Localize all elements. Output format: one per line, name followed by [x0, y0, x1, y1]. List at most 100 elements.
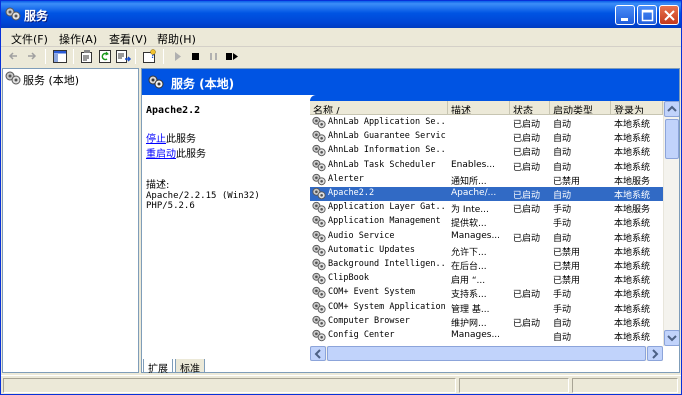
service-cell-startup: 已禁用 [553, 176, 581, 187]
window-title: 服务 [24, 9, 49, 23]
service-gear-icon [312, 215, 326, 228]
pane-title: 服务 (本地) [171, 77, 235, 91]
service-cell-desc: Manages... [451, 330, 501, 340]
scroll-right-button[interactable] [647, 346, 663, 361]
service-cell-startup: 手动 [553, 290, 572, 301]
service-cell-name: ClipBook [328, 273, 369, 284]
horizontal-scrollbar[interactable] [310, 346, 663, 361]
column-header-logon-as[interactable]: 登录为 [611, 101, 663, 115]
service-row[interactable]: Config Center Manages... 自动 本地系统 [310, 329, 663, 343]
service-cell-status: 已启动 [513, 148, 541, 159]
service-row[interactable]: AhnLab Guarantee Service 已启动 自动 本地系统 [310, 130, 663, 144]
maximize-button[interactable] [637, 5, 657, 25]
service-cell-logon: 本地系统 [614, 219, 651, 230]
service-row[interactable]: Computer Browser 维护网... 已启动 自动 本地系统 [310, 315, 663, 329]
refresh-icon[interactable] [96, 48, 114, 65]
service-cell-status: 已启动 [513, 205, 541, 216]
minimize-button[interactable] [615, 5, 635, 25]
service-row[interactable]: Background Intelligen... 在后台... 已禁用 本地系统 [310, 258, 663, 272]
services-gear-icon [5, 7, 21, 21]
service-gear-icon [312, 159, 326, 172]
service-cell-desc: 提供软... [451, 219, 487, 230]
horizontal-scroll-thumb[interactable] [327, 346, 646, 361]
service-gear-icon [312, 272, 326, 285]
services-gear-icon [5, 71, 21, 85]
scroll-thumb[interactable] [665, 119, 679, 159]
status-cell [3, 378, 456, 393]
service-row[interactable]: Automatic Updates 允许下... 已禁用 本地系统 [310, 244, 663, 258]
service-cell-startup: 自动 [553, 162, 572, 173]
service-gear-icon [312, 286, 326, 299]
column-header-startup-type[interactable]: 启动类型 [550, 101, 611, 115]
back-icon[interactable] [5, 48, 23, 65]
stop-icon[interactable] [187, 48, 205, 65]
service-cell-status: 已启动 [513, 134, 541, 145]
service-cell-desc: 维护网... [451, 318, 487, 329]
service-cell-desc: 在后台... [451, 262, 487, 272]
tab-standard[interactable]: 标准 [175, 359, 205, 375]
service-row[interactable]: COM+ Event System 支持系... 已启动 手动 本地系统 [310, 286, 663, 300]
vertical-scrollbar[interactable] [663, 101, 679, 346]
service-row[interactable]: Alerter 通知所... 已禁用 本地服务 [310, 173, 663, 187]
service-cell-logon: 本地服务 [614, 205, 651, 216]
service-row[interactable]: Audio Service Manages... 已启动 自动 本地系统 [310, 230, 663, 244]
service-row[interactable]: Apache2.2 Apache/... 已启动 自动 本地系统 [310, 187, 663, 201]
properties-icon[interactable] [78, 48, 96, 65]
service-row[interactable]: AhnLab Information Se... 已启动 自动 本地系统 [310, 144, 663, 158]
export-list-icon[interactable] [114, 48, 132, 65]
service-cell-desc: 通知所... [451, 176, 487, 187]
tree-item-label: 服务 (本地) [23, 74, 80, 87]
service-gear-icon [312, 258, 326, 271]
forward-icon[interactable] [23, 48, 41, 65]
start-icon[interactable] [169, 48, 187, 65]
menu-file[interactable]: 文件(F) [11, 31, 48, 47]
service-gear-icon [312, 130, 326, 143]
restart-service-link[interactable]: 重启动 [146, 149, 176, 160]
scroll-left-button[interactable] [310, 346, 326, 361]
status-cell [572, 378, 678, 393]
menu-view[interactable]: 查看(V) [109, 31, 147, 47]
title-bar[interactable]: 服务 [1, 1, 681, 28]
menu-help[interactable]: 帮助(H) [157, 31, 196, 47]
service-row[interactable]: Application Management 提供软... 手动 本地系统 [310, 215, 663, 229]
close-button[interactable] [659, 5, 679, 25]
service-cell-status: 已启动 [513, 162, 541, 173]
service-row[interactable]: AhnLab Task Scheduler Enables... 已启动 自动 本地系统 [310, 159, 663, 173]
toolbar-separator [73, 49, 74, 64]
stop-service-link[interactable]: 停止 [146, 134, 166, 145]
services-gear-icon [148, 75, 164, 89]
help-icon[interactable]: ? [141, 48, 159, 65]
menu-action[interactable]: 操作(A) [59, 31, 97, 47]
service-cell-status: 已启动 [513, 318, 541, 329]
tab-extended[interactable]: 扩展 [143, 359, 173, 375]
scroll-up-button[interactable] [664, 101, 679, 117]
service-cell-logon: 本地系统 [614, 318, 651, 329]
details-pane: 服务 (本地) Apache2.2 停止此服务 重启动此服务 描述: Apach… [141, 68, 680, 373]
service-cell-startup: 手动 [553, 205, 572, 216]
pause-icon[interactable] [205, 48, 223, 65]
service-cell-startup: 自动 [553, 120, 572, 130]
column-header-name[interactable]: 名称 / [310, 101, 448, 115]
restart-icon[interactable] [223, 48, 241, 65]
service-row[interactable]: Application Layer Gat... 为 Inte... 已启动 手动 本地… [310, 201, 663, 215]
service-row[interactable]: ClipBook 启用 “... 已禁用 本地系统 [310, 272, 663, 286]
column-header-description[interactable]: 描述 [448, 101, 510, 115]
service-gear-icon [312, 144, 326, 157]
service-cell-name: Background Intelligen... [328, 259, 446, 269]
service-cell-desc: 管理 基... [451, 304, 490, 315]
column-header-status[interactable]: 状态 [510, 101, 550, 115]
service-cell-name: Automatic Updates [328, 244, 415, 255]
service-cell-startup: 自动 [553, 233, 572, 244]
service-cell-logon: 本地系统 [614, 148, 651, 159]
service-gear-icon [312, 315, 326, 328]
scroll-down-button[interactable] [664, 330, 679, 346]
service-row[interactable]: COM+ System Application 管理 基... 手动 本地系统 [310, 301, 663, 315]
service-cell-name: Alerter [328, 173, 364, 184]
service-gear-icon [312, 173, 326, 186]
service-gear-icon [312, 301, 326, 314]
status-bar [1, 375, 681, 394]
service-cell-startup: 已禁用 [553, 247, 581, 258]
show-hide-tree-icon[interactable] [51, 48, 69, 65]
service-cell-logon: 本地系统 [614, 120, 651, 130]
service-row[interactable]: AhnLab Application Se... 已启动 自动 本地系统 [310, 116, 663, 130]
